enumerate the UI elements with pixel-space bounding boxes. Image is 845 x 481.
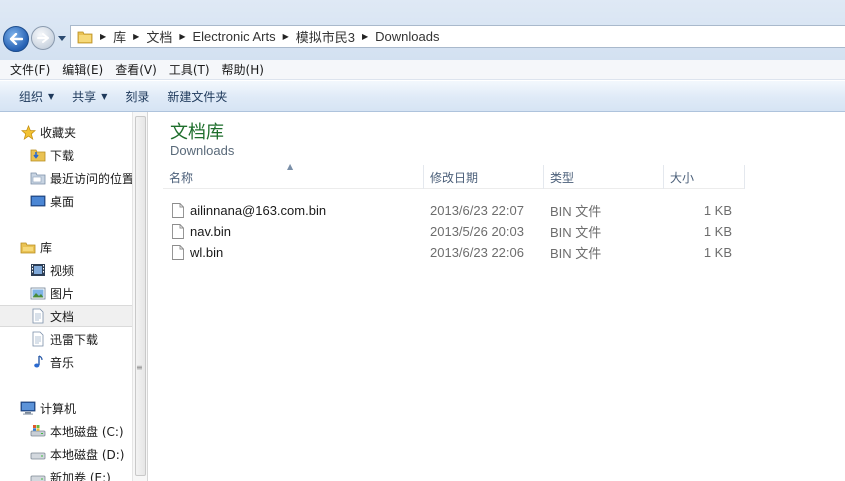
file-icon [172, 245, 184, 260]
file-row[interactable]: wl.bin 2013/6/23 22:06 BIN 文件 1 KB [163, 242, 745, 263]
nav-drive-d[interactable]: 本地磁盘 (D:) [0, 443, 132, 465]
breadcrumb-separator-icon[interactable]: ▶ [176, 32, 188, 41]
breadcrumb-separator-icon[interactable]: ▶ [97, 32, 109, 41]
file-type: BIN 文件 [550, 204, 602, 219]
nav-item-pictures[interactable]: 图片 [0, 282, 132, 304]
content-pane: 文档库 Downloads 名称 ▲ 修改日期 类型 大小 ailinnana@… [149, 112, 845, 481]
grip-icon: ≡ [136, 363, 143, 372]
nav-item-videos[interactable]: 视频 [0, 259, 132, 281]
command-bar: 组织 ▼ 共享 ▼ 刻录 新建文件夹 [0, 81, 845, 112]
file-row[interactable]: ailinnana@163.com.bin 2013/6/23 22:07 BI… [163, 200, 745, 221]
menu-edit[interactable]: 编辑(E) [56, 61, 109, 78]
menu-file[interactable]: 文件(F) [4, 61, 56, 78]
file-type: BIN 文件 [550, 246, 602, 261]
breadcrumb-downloads[interactable]: Downloads [371, 29, 443, 44]
forward-button[interactable] [31, 26, 55, 50]
nav-item-recent-places[interactable]: 最近访问的位置 [0, 167, 132, 189]
nav-drive-c[interactable]: 本地磁盘 (C:) [0, 420, 132, 442]
share-button[interactable]: 共享 ▼ [63, 88, 116, 105]
organize-label: 组织 [19, 89, 44, 104]
address-bar[interactable]: ▶ 库 ▶ 文档 ▶ Electronic Arts ▶ 模拟市民3 ▶ Dow… [70, 25, 845, 48]
file-name: ailinnana@163.com.bin [190, 203, 327, 218]
breadcrumb-sims3[interactable]: 模拟市民3 [292, 27, 359, 46]
nav-item-documents[interactable]: 文档 [0, 305, 132, 327]
menu-view[interactable]: 查看(V) [109, 61, 163, 78]
file-date: 2013/6/23 22:06 [430, 245, 524, 260]
file-size: 1 KB [703, 245, 732, 260]
scrollbar-thumb[interactable] [135, 116, 146, 476]
menu-bar: 文件(F) 编辑(E) 查看(V) 工具(T) 帮助(H) [0, 60, 845, 80]
file-icon [172, 203, 184, 218]
nav-computer[interactable]: 计算机 [0, 397, 132, 419]
file-date: 2013/6/23 22:07 [430, 203, 524, 218]
chevron-down-icon [58, 35, 66, 41]
nav-item-downloads[interactable]: 下载 [0, 144, 132, 166]
share-label: 共享 [72, 89, 97, 104]
file-name: wl.bin [190, 245, 224, 260]
navigation-pane: 收藏夹 下载 最近访问的位置 桌面 库 视频 图片 文档 迅雷下载 音乐 计算机… [0, 112, 148, 481]
file-size: 1 KB [703, 203, 732, 218]
drive-icon [30, 446, 46, 462]
picture-icon [30, 285, 46, 301]
back-arrow-icon [9, 33, 23, 45]
navigation-scrollbar[interactable]: ≡ [132, 112, 148, 481]
music-icon [30, 354, 46, 370]
column-header-date[interactable]: 修改日期 [424, 165, 544, 189]
recent-pages-dropdown[interactable] [57, 33, 67, 43]
chevron-down-icon: ▼ [101, 91, 108, 101]
menu-tools[interactable]: 工具(T) [163, 61, 216, 78]
burn-label: 刻录 [125, 89, 150, 104]
breadcrumb-libraries[interactable]: 库 [109, 27, 130, 46]
recent-places-icon [30, 170, 46, 186]
drive-icon [30, 469, 46, 481]
library-icon [20, 239, 36, 255]
library-subtitle: Downloads [170, 143, 235, 158]
breadcrumb-separator-icon[interactable]: ▶ [130, 32, 142, 41]
chevron-down-icon: ▼ [48, 91, 55, 101]
address-bar-row: ▶ 库 ▶ 文档 ▶ Electronic Arts ▶ 模拟市民3 ▶ Dow… [0, 0, 845, 60]
nav-item-desktop[interactable]: 桌面 [0, 190, 132, 212]
breadcrumb-separator-icon[interactable]: ▶ [359, 32, 371, 41]
sort-ascending-icon: ▲ [287, 162, 294, 171]
breadcrumb-separator-icon[interactable]: ▶ [280, 32, 292, 41]
nav-libraries[interactable]: 库 [0, 236, 132, 258]
menu-help[interactable]: 帮助(H) [216, 61, 270, 78]
forward-arrow-icon [37, 33, 49, 43]
file-type: BIN 文件 [550, 225, 602, 240]
computer-icon [20, 400, 36, 416]
breadcrumb-electronic-arts[interactable]: Electronic Arts [189, 29, 280, 44]
column-header-type[interactable]: 类型 [544, 165, 664, 189]
document-icon [30, 331, 46, 347]
column-header-size[interactable]: 大小 [664, 165, 745, 189]
file-row[interactable]: nav.bin 2013/5/26 20:03 BIN 文件 1 KB [163, 221, 745, 242]
file-size: 1 KB [703, 224, 732, 239]
new-folder-label: 新建文件夹 [167, 89, 228, 104]
folder-icon [77, 31, 93, 43]
new-folder-button[interactable]: 新建文件夹 [158, 88, 236, 105]
system-drive-icon [30, 423, 46, 439]
library-title: 文档库 [170, 122, 224, 143]
file-icon [172, 224, 184, 239]
desktop-icon [30, 193, 46, 209]
star-icon [20, 124, 36, 140]
nav-item-music[interactable]: 音乐 [0, 351, 132, 373]
file-date: 2013/5/26 20:03 [430, 224, 524, 239]
breadcrumb-documents[interactable]: 文档 [142, 27, 176, 46]
document-icon [30, 308, 46, 324]
nav-favorites[interactable]: 收藏夹 [0, 121, 132, 143]
organize-button[interactable]: 组织 ▼ [10, 88, 63, 105]
video-icon [30, 262, 46, 278]
column-header-row: 名称 ▲ 修改日期 类型 大小 [163, 162, 745, 189]
burn-button[interactable]: 刻录 [116, 88, 158, 105]
column-header-name[interactable]: 名称 ▲ [163, 162, 424, 189]
nav-drive-e[interactable]: 新加卷 (E:) [0, 466, 132, 481]
file-name: nav.bin [190, 224, 231, 239]
downloads-folder-icon [30, 147, 46, 163]
back-button[interactable] [3, 26, 29, 52]
nav-item-thunder-downloads[interactable]: 迅雷下载 [0, 328, 132, 350]
